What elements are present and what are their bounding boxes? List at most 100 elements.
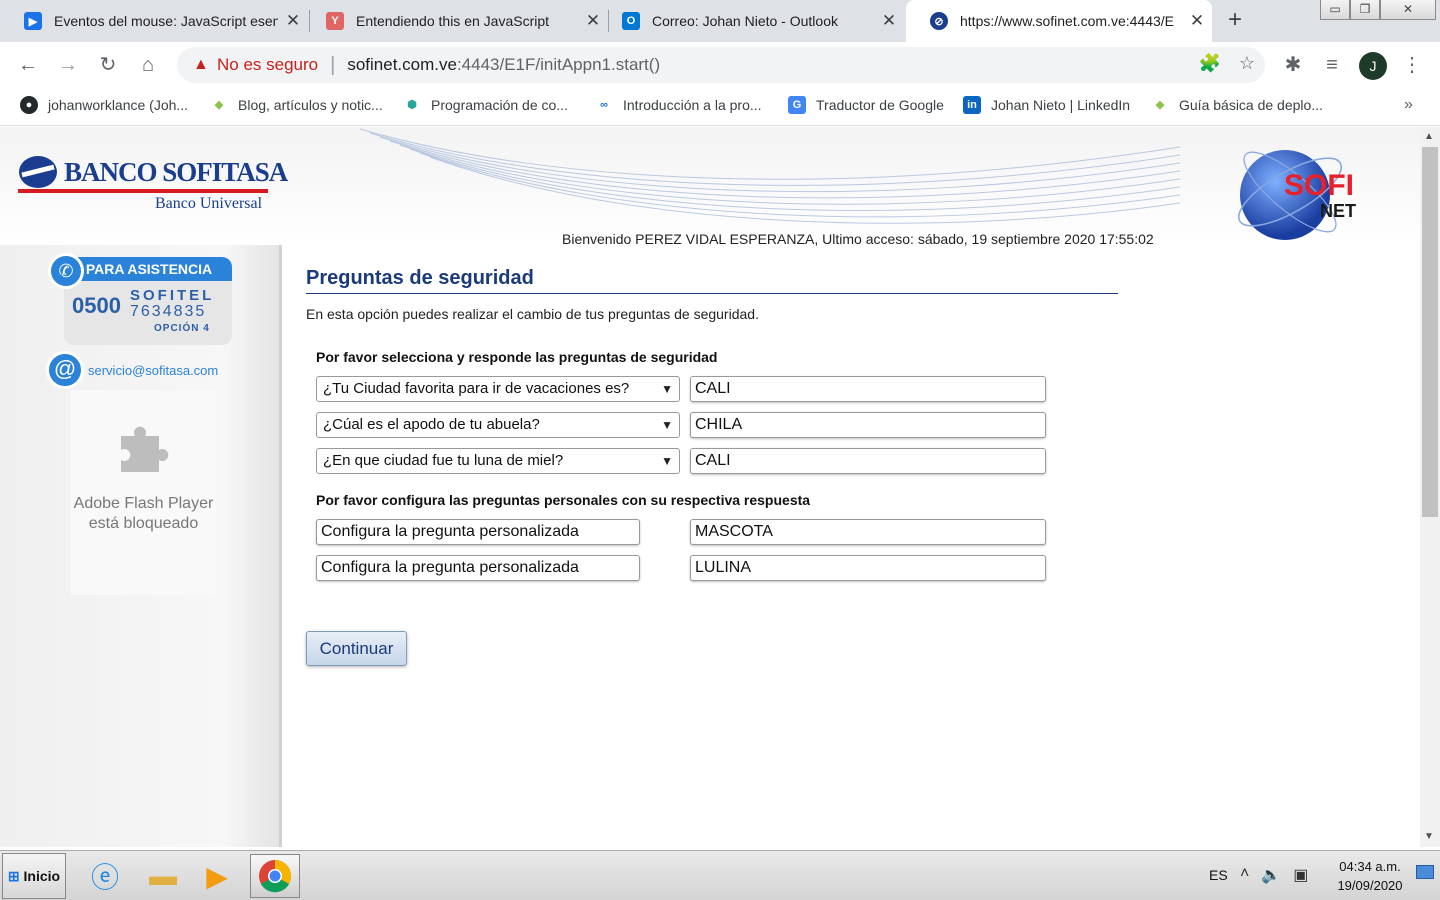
start-label: Inicio xyxy=(23,868,61,884)
email-contact[interactable]: @ servicio@sofitasa.com xyxy=(46,351,218,389)
flash-blocked-text: Adobe Flash Player está bloqueado xyxy=(73,495,214,532)
folder-icon[interactable]: ▬ xyxy=(138,854,188,898)
phone-icon: ✆ xyxy=(48,253,84,289)
sofinet-icon: ⊘ xyxy=(930,12,948,30)
section-select-label: Por favor selecciona y responde las preg… xyxy=(316,349,718,365)
bookmark-blog[interactable]: ◆ Blog, artículos y notic... xyxy=(210,96,383,114)
security-question-select-3[interactable]: ¿En que ciudad fue tu luna de miel? ▼ xyxy=(316,448,680,474)
show-desktop-button[interactable] xyxy=(1416,865,1434,879)
site-header: BANCO SOFITASA Banco Universal SOFI NET … xyxy=(0,127,1420,247)
bookmark-label: Introducción a la pro... xyxy=(623,97,762,113)
ie-icon[interactable]: ⓔ xyxy=(80,854,130,898)
assistance-brand: SOFITEL xyxy=(130,287,215,304)
github-icon: ● xyxy=(20,96,38,114)
tab-entendiendo-this[interactable]: Y Entendiendo this en JavaScript ✕ xyxy=(302,0,608,42)
profile-avatar[interactable]: J xyxy=(1359,52,1387,80)
tab-sofinet[interactable]: ⊘ https://www.sofinet.com.ve:4443/E ✕ xyxy=(906,0,1212,42)
web-page: BANCO SOFITASA Banco Universal SOFI NET … xyxy=(0,127,1420,847)
volume-icon[interactable]: 🔈 xyxy=(1261,865,1281,885)
media-icon[interactable]: ≡ xyxy=(1319,52,1345,78)
answer-field-2[interactable]: CHILA xyxy=(690,412,1046,438)
custom-answer-field-1[interactable]: MASCOTA xyxy=(690,519,1046,545)
bank-name: BANCO SOFITASA xyxy=(64,156,288,187)
network-icon[interactable]: ▣ xyxy=(1293,865,1308,885)
plugin-icon xyxy=(121,426,169,472)
section-custom-label: Por favor configura las preguntas person… xyxy=(316,492,811,508)
translate-icon: G xyxy=(788,96,806,114)
star-icon[interactable]: ☆ xyxy=(1239,53,1255,74)
bank-logo[interactable]: BANCO SOFITASA xyxy=(18,155,288,189)
shield-icon: ⬢ xyxy=(407,99,417,111)
new-tab-button[interactable]: + xyxy=(1222,8,1248,34)
tray-expand-icon[interactable]: ˄ xyxy=(1240,865,1249,885)
restore-button[interactable]: ❐ xyxy=(1350,0,1380,20)
security-question-select-2[interactable]: ¿Cúal es el apodo de tu abuela? ▼ xyxy=(316,412,680,438)
bookmark-label: Guía básica de deplo... xyxy=(1179,97,1323,113)
bookmark-label: johanworklance (Joh... xyxy=(48,97,189,113)
assistance-prefix: 0500 xyxy=(72,293,121,318)
custom-answer-field-2[interactable]: LULINA xyxy=(690,555,1046,581)
scroll-up-icon[interactable]: ▲ xyxy=(1424,131,1434,142)
scroll-down-icon[interactable]: ▼ xyxy=(1424,831,1434,842)
forward-icon[interactable]: → xyxy=(55,52,81,78)
bookmarks-overflow-icon[interactable]: » xyxy=(1404,96,1413,114)
bookmark-linkedin[interactable]: in Johan Nieto | LinkedIn xyxy=(963,96,1130,114)
assistance-box: 0500 SOFITEL 7634835 OPCIÓN 4 xyxy=(64,281,232,345)
chrome-icon[interactable] xyxy=(250,854,300,898)
left-sidebar: PARA ASISTENCIA 0500 SOFITEL 7634835 OPC… xyxy=(0,245,282,847)
bookmark-label: Johan Nieto | LinkedIn xyxy=(991,97,1131,113)
extensions-icon[interactable]: ✱ xyxy=(1280,52,1306,78)
bookmark-programacion[interactable]: ⬢ Programación de co... xyxy=(403,96,568,114)
system-clock[interactable]: 04:34 a.m. 19/09/2020 xyxy=(1326,857,1414,895)
windows-icon: ⊞ xyxy=(7,868,20,884)
bookmark-introduccion[interactable]: ∞ Introducción a la pro... xyxy=(595,96,762,114)
menu-icon[interactable]: ⋮ xyxy=(1399,52,1425,78)
browser-toolbar: ← → ↻ ⌂ ▲ No es seguro | sofinet.com.ve … xyxy=(0,42,1440,88)
close-window-button[interactable]: ✕ xyxy=(1380,0,1436,20)
url-host: sofinet.com.ve xyxy=(347,55,457,74)
address-bar[interactable]: ▲ No es seguro | sofinet.com.ve :4443/E1… xyxy=(177,47,1265,83)
continue-button[interactable]: Continuar xyxy=(306,631,407,666)
plugin-blocked-icon[interactable]: 🧩 xyxy=(1198,53,1220,74)
security-question-select-1[interactable]: ¿Tu Ciudad favorita para ir de vacacione… xyxy=(316,376,680,402)
email-address[interactable]: servicio@sofitasa.com xyxy=(88,363,218,378)
header-swoosh xyxy=(360,128,1180,224)
media-player-icon[interactable]: ▶ xyxy=(192,854,242,898)
minimize-button[interactable]: ▭ xyxy=(1320,0,1350,20)
close-icon[interactable]: ✕ xyxy=(1182,11,1212,31)
bookmark-guia[interactable]: ◆ Guía básica de deplo... xyxy=(1151,96,1323,114)
bookmarks-bar: ● johanworklance (Joh... ◆ Blog, artícul… xyxy=(0,88,1440,126)
scroll-thumb[interactable] xyxy=(1422,147,1438,517)
custom-question-field-1[interactable]: Configura la pregunta personalizada xyxy=(316,519,640,545)
bookmark-traductor[interactable]: G Traductor de Google xyxy=(788,96,944,114)
y-icon: Y xyxy=(326,12,344,30)
home-icon[interactable]: ⌂ xyxy=(135,52,161,78)
tab-title: https://www.sofinet.com.ve:4443/E xyxy=(960,13,1174,29)
sofinet-logo: SOFI NET xyxy=(1238,150,1356,240)
assistance-digits: 7634835 xyxy=(130,303,207,320)
at-icon: @ xyxy=(46,351,84,389)
os-taskbar: ⊞ Inicio ⓔ ▬ ▶ ES ˄ 🔈 ▣ 04:34 a.m. 19/09… xyxy=(0,850,1440,900)
outlook-icon: O xyxy=(622,12,640,30)
close-icon[interactable]: ✕ xyxy=(874,11,904,31)
clock-date: 19/09/2020 xyxy=(1337,878,1403,893)
sofi-text: SOFI xyxy=(1284,169,1354,202)
tab-strip: ▶ Eventos del mouse: JavaScript esen ✕ Y… xyxy=(0,0,1440,42)
tab-eventos-mouse[interactable]: ▶ Eventos del mouse: JavaScript esen ✕ xyxy=(0,0,308,42)
flash-placeholder[interactable]: Adobe Flash Player está bloqueado xyxy=(71,390,216,595)
chrome-logo xyxy=(259,859,292,893)
answer-field-3[interactable]: CALI xyxy=(690,448,1046,474)
chevron-down-icon: ▼ xyxy=(661,382,673,396)
reload-icon[interactable]: ↻ xyxy=(95,52,121,78)
bookmark-label: Blog, artículos y notic... xyxy=(238,97,383,113)
bookmark-github[interactable]: ● johanworklance (Joh... xyxy=(20,96,188,114)
custom-question-field-2[interactable]: Configura la pregunta personalizada xyxy=(316,555,640,581)
language-indicator[interactable]: ES xyxy=(1209,867,1228,883)
assistance-banner[interactable]: PARA ASISTENCIA 0500 SOFITEL 7634835 OPC… xyxy=(48,253,233,345)
not-secure-label[interactable]: No es seguro xyxy=(217,55,318,75)
tab-outlook[interactable]: O Correo: Johan Nieto - Outlook ✕ xyxy=(598,0,904,42)
start-button[interactable]: ⊞ Inicio xyxy=(2,853,66,899)
page-scrollbar[interactable]: ▲ ▼ xyxy=(1420,127,1440,847)
answer-field-1[interactable]: CALI xyxy=(690,376,1046,402)
back-icon[interactable]: ← xyxy=(15,52,41,78)
